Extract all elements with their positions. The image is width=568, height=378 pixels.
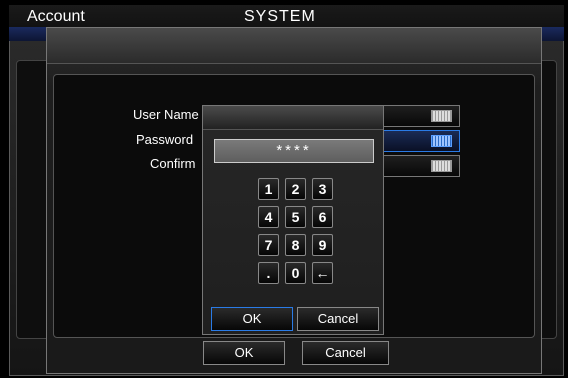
key-1[interactable]: 1	[258, 178, 279, 200]
key-7[interactable]: 7	[258, 234, 279, 256]
keypad-display: ****	[214, 139, 374, 163]
key-9[interactable]: 9	[312, 234, 333, 256]
keypad-header	[203, 106, 383, 130]
key-decimal[interactable]: .	[258, 262, 279, 284]
key-6[interactable]: 6	[312, 206, 333, 228]
key-3[interactable]: 3	[312, 178, 333, 200]
key-0[interactable]: 0	[285, 262, 306, 284]
system-title: SYSTEM	[244, 8, 316, 25]
keyboard-icon[interactable]	[431, 160, 452, 172]
cancel-button[interactable]: Cancel	[302, 341, 389, 365]
confirm-label: Confirm	[150, 156, 196, 171]
password-label: Password	[136, 132, 194, 147]
key-4[interactable]: 4	[258, 206, 279, 228]
ok-button[interactable]: OK	[203, 341, 285, 365]
key-5[interactable]: 5	[285, 206, 306, 228]
keyboard-icon[interactable]	[431, 110, 452, 122]
dialog-header	[47, 28, 541, 64]
keypad-cancel-button[interactable]: Cancel	[297, 307, 379, 331]
account-title: Account	[27, 8, 85, 25]
keyboard-icon[interactable]	[431, 135, 452, 147]
key-2[interactable]: 2	[285, 178, 306, 200]
keypad-ok-button[interactable]: OK	[211, 307, 293, 331]
numeric-keypad-popup: **** 1 2 3 4 5 6 7 8 9 . 0 ← OK Cancel	[202, 105, 384, 335]
user-name-label: User Name	[133, 107, 199, 122]
backspace-key[interactable]: ←	[312, 262, 333, 284]
key-8[interactable]: 8	[285, 234, 306, 256]
